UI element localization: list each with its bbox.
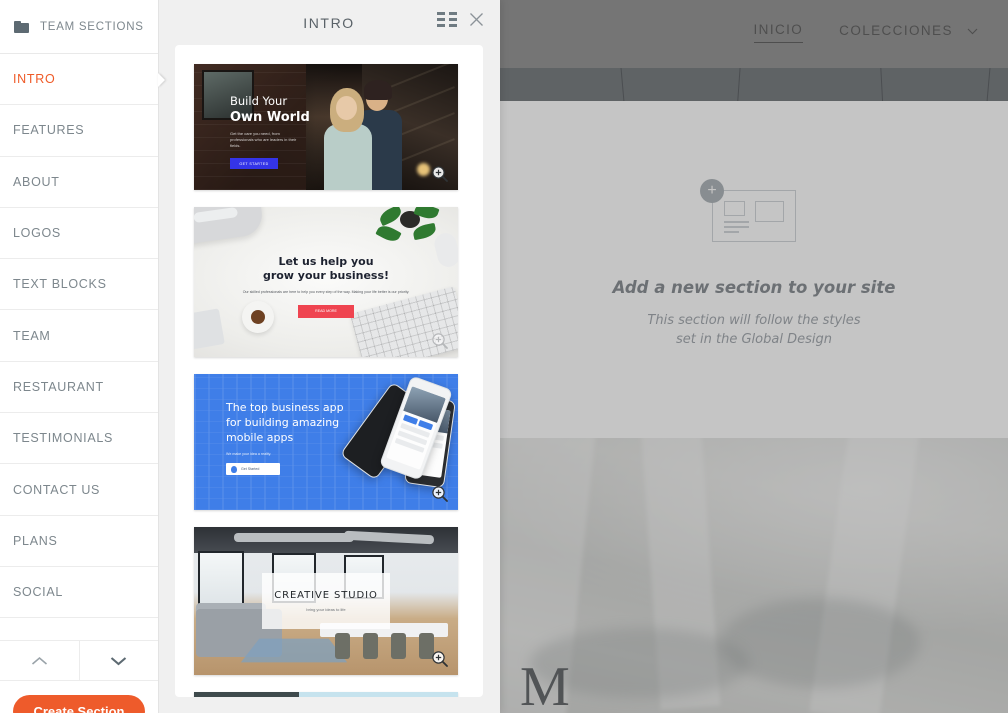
sidebar-item-contact-us-label: CONTACT US (13, 482, 101, 497)
thumb1-heading-line1: Build Your (230, 94, 288, 108)
panel-actions (437, 12, 484, 27)
thumb2-heading-line2: grow your business! (262, 269, 390, 282)
folder-icon (14, 20, 29, 33)
thumb4-heading: CREATIVE STUDIO (274, 590, 378, 601)
nav-item-inicio-label: INICIO (753, 22, 804, 37)
hero-letter: M (520, 656, 572, 713)
scroll-down-button[interactable] (78, 641, 159, 681)
sidebar-item-restaurant-label: RESTAURANT (13, 379, 104, 394)
zoom-in-icon[interactable] (431, 332, 448, 349)
thumb3-paragraph: We make your idea a reality. (226, 452, 272, 456)
thumbnail-proudly[interactable]: PROUDLY (194, 692, 458, 697)
thumb3-heading-line3: mobile apps (226, 431, 294, 444)
sidebar-item-logos[interactable]: LOGOS (0, 207, 158, 260)
nav-item-inicio[interactable]: INICIO (753, 22, 804, 43)
close-icon[interactable] (469, 12, 484, 27)
sidebar-item-features-label: FEATURES (13, 123, 85, 138)
plus-icon: + (700, 179, 724, 203)
sidebar-header[interactable]: TEAM SECTIONS (0, 0, 158, 54)
sidebar-item-team[interactable]: TEAM (0, 310, 158, 362)
chevron-up-icon (31, 656, 48, 666)
sidebar-item-restaurant[interactable]: RESTAURANT (0, 361, 158, 414)
sidebar-item-plans-label: PLANS (13, 533, 58, 548)
sidebar-scroll-controls (0, 641, 159, 682)
scroll-up-button[interactable] (0, 641, 79, 680)
sections-sidebar: TEAM SECTIONS INTRO FEATURES ABOUT LOGOS… (0, 0, 165, 713)
zoom-in-icon[interactable] (431, 485, 448, 502)
apple-icon (231, 465, 237, 473)
chevron-down-icon (967, 28, 978, 35)
thumb3-heading-line1: The top business app (226, 401, 344, 414)
chevron-down-icon (110, 656, 127, 666)
site-nav: INICIO COLECCIONES (753, 22, 978, 43)
thumb2-paragraph: Our skilled professionals are here to he… (242, 290, 410, 294)
active-pointer-icon (158, 73, 165, 87)
nav-item-colecciones[interactable]: COLECCIONES (839, 23, 978, 43)
thumb2-heading-line1: Let us help you (278, 255, 374, 268)
zoom-in-icon[interactable] (431, 165, 448, 182)
sidebar-item-social-label: SOCIAL (13, 585, 64, 600)
zoom-in-icon[interactable] (431, 650, 448, 667)
thumb3-button: Get Started (226, 463, 280, 475)
sidebar-item-logos-label: LOGOS (13, 226, 61, 241)
add-section-title: Add a new section to your site (612, 278, 896, 297)
add-section-subtitle-line2: set in the Global Design (676, 332, 832, 347)
sidebar-header-label: TEAM SECTIONS (40, 20, 144, 33)
sidebar-item-intro[interactable]: INTRO (0, 54, 165, 106)
thumbnail-build-your-own-world[interactable]: Build Your Own World Get the care you ne… (194, 64, 458, 190)
create-section-wrap: Create Section (0, 681, 158, 713)
sidebar-item-plans[interactable]: PLANS (0, 515, 158, 567)
site-hero-photo: M (500, 438, 1008, 713)
thumbnail-creative-studio[interactable]: CREATIVE STUDIO bring your ideas to life (194, 527, 458, 675)
sidebar-item-testimonials-label: TESTIMONIALS (13, 431, 114, 446)
sidebar-item-features[interactable]: FEATURES (0, 105, 158, 157)
sidebar-item-team-label: TEAM (13, 328, 51, 343)
sidebar-list: INTRO FEATURES ABOUT LOGOS TEXT BLOCKS T… (0, 54, 165, 619)
add-section-icon: + (700, 179, 796, 244)
nav-item-colecciones-label: COLECCIONES (839, 22, 953, 38)
create-section-button[interactable]: Create Section (13, 695, 145, 713)
add-section-subtitle: This section will follow the styles set … (647, 311, 860, 349)
sidebar-item-contact-us[interactable]: CONTACT US (0, 464, 158, 516)
thumb1-paragraph: Get the care you need, from professional… (230, 131, 297, 148)
sidebar-spacer (0, 618, 158, 642)
grid-list-icon[interactable] (437, 12, 457, 27)
panel-header: INTRO (158, 0, 500, 45)
thumb1-button: GET STARTED (230, 158, 278, 169)
add-section-subtitle-line1: This section will follow the styles (647, 313, 861, 328)
thumb2-button: READ MORE (298, 304, 354, 318)
add-section-placeholder[interactable]: + Add a new section to your site This se… (500, 101, 1008, 438)
sidebar-item-text-blocks-label: TEXT BLOCKS (13, 277, 107, 292)
thumb3-button-label: Get Started (241, 467, 260, 471)
thumbnail-grow-your-business[interactable]: Let us help you grow your business! Our … (194, 207, 458, 357)
thumb4-paragraph: bring your ideas to life (306, 607, 346, 612)
thumb3-heading-line2: for building amazing (226, 416, 340, 429)
panel-card: Build Your Own World Get the care you ne… (175, 45, 483, 697)
app-root: INICIO COLECCIONES + Add a new section t… (0, 0, 1008, 713)
sidebar-item-testimonials[interactable]: TESTIMONIALS (0, 413, 158, 465)
sidebar-item-intro-label: INTRO (13, 72, 56, 87)
sidebar-item-about[interactable]: ABOUT (0, 156, 158, 208)
sidebar-item-social[interactable]: SOCIAL (0, 566, 158, 619)
panel-title: INTRO (303, 14, 355, 31)
thumbnail-list: Build Your Own World Get the care you ne… (194, 64, 458, 697)
thumb1-heading-line2: Own World (230, 110, 310, 125)
sidebar-item-text-blocks[interactable]: TEXT BLOCKS (0, 259, 158, 311)
sections-panel: INTRO Build Your Own World Get the care … (158, 0, 500, 713)
thumbnail-top-business-app[interactable]: The top business app for building amazin… (194, 374, 458, 510)
sidebar-item-about-label: ABOUT (13, 174, 60, 189)
